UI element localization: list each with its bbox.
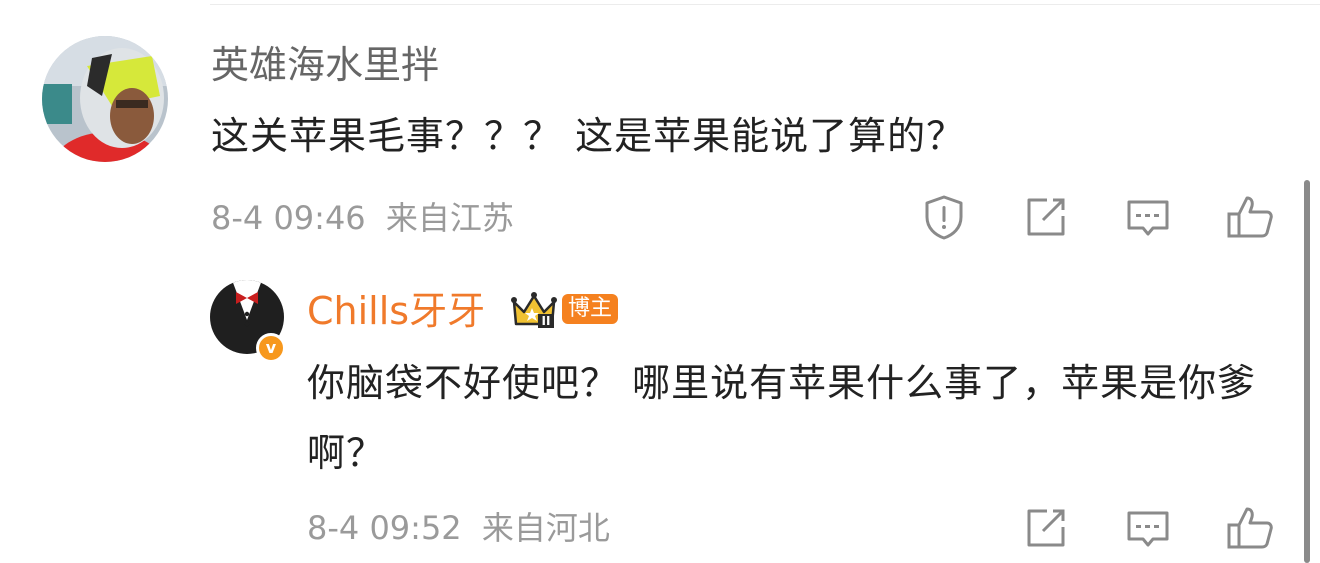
crown-level-icon: II bbox=[510, 290, 566, 330]
scrollbar[interactable] bbox=[1304, 180, 1310, 563]
report-icon[interactable] bbox=[919, 192, 969, 242]
top-divider bbox=[210, 4, 1320, 5]
comment-location: 来自江苏 bbox=[385, 199, 514, 237]
forward-icon[interactable] bbox=[1021, 503, 1071, 553]
comment-timestamp: 8-4 09:46 bbox=[211, 199, 366, 237]
helmet-avatar-image bbox=[42, 36, 168, 162]
reply-text: 你脑袋不好使吧？ 哪里说有苹果什么事了，苹果是你爹啊？ bbox=[307, 361, 1257, 475]
like-icon[interactable] bbox=[1225, 192, 1275, 242]
commenter-avatar[interactable] bbox=[42, 36, 168, 162]
reply-location: 来自河北 bbox=[481, 509, 610, 547]
reply-meta: 8-4 09:52 来自河北 bbox=[307, 508, 610, 548]
comment-icon[interactable] bbox=[1123, 503, 1173, 553]
reply-timestamp: 8-4 09:52 bbox=[307, 509, 462, 547]
forward-icon[interactable] bbox=[1021, 192, 1071, 242]
verified-badge-icon: v bbox=[256, 333, 286, 363]
comment-icon[interactable] bbox=[1123, 192, 1173, 242]
commenter-username[interactable]: 英雄海水里拌 bbox=[211, 42, 439, 88]
replier-username[interactable]: Chills牙牙 bbox=[307, 288, 485, 334]
comment-text: 这关苹果毛事？？？ 这是苹果能说了算的？ bbox=[211, 114, 966, 158]
comment-meta: 8-4 09:46 来自江苏 bbox=[211, 198, 514, 238]
verified-mark: v bbox=[265, 338, 277, 357]
crown-level-label: II bbox=[542, 314, 551, 328]
blogger-badge: 博主 bbox=[562, 294, 619, 324]
like-icon[interactable] bbox=[1225, 503, 1275, 553]
